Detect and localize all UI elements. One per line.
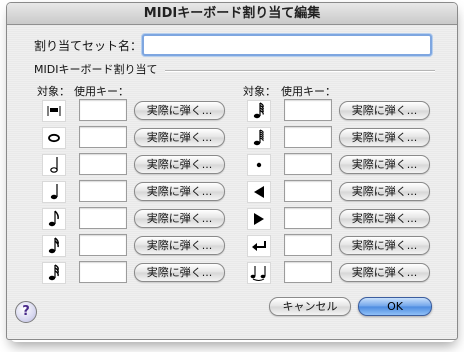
sixty-fourth-note-icon xyxy=(247,100,271,122)
whole-rest-icon xyxy=(42,100,66,122)
key-field[interactable] xyxy=(79,261,127,283)
whole-note-icon xyxy=(42,127,66,149)
play-key-button[interactable]: 実際に弾く... xyxy=(339,101,430,120)
play-key-button[interactable]: 実際に弾く... xyxy=(134,128,225,147)
key-field[interactable] xyxy=(79,126,127,148)
play-key-button[interactable]: 実際に弾く... xyxy=(339,155,430,174)
right-key-header: 使用キー： xyxy=(281,85,336,98)
key-field[interactable] xyxy=(284,261,332,283)
key-field[interactable] xyxy=(284,153,332,175)
dot-icon xyxy=(247,154,271,176)
quarter-note-icon xyxy=(42,181,66,203)
key-field[interactable] xyxy=(284,126,332,148)
group-title: MIDIキーボード割り当て xyxy=(34,63,158,76)
group-divider xyxy=(165,70,435,72)
set-name-label: 割り当てセット名： xyxy=(34,39,143,53)
eighth-note-icon xyxy=(42,208,66,230)
play-key-button[interactable]: 実際に弾く... xyxy=(339,263,430,282)
right-target-header: 対象： xyxy=(243,85,276,98)
play-key-button[interactable]: 実際に弾く... xyxy=(339,209,430,228)
hundred-twenty-eighth-note-icon xyxy=(247,127,271,149)
play-key-button[interactable]: 実際に弾く... xyxy=(339,236,430,255)
thirty-second-note-icon xyxy=(42,262,66,284)
help-button[interactable]: ? xyxy=(15,301,37,323)
key-field[interactable] xyxy=(79,153,127,175)
play-key-button[interactable]: 実際に弾く... xyxy=(134,101,225,120)
key-field[interactable] xyxy=(79,180,127,202)
play-key-button[interactable]: 実際に弾く... xyxy=(134,209,225,228)
left-key-header: 使用キー： xyxy=(74,85,129,98)
key-field[interactable] xyxy=(284,99,332,121)
key-field[interactable] xyxy=(79,234,127,256)
midi-assignment-dialog: MIDIキーボード割り当て編集 割り当てセット名： MIDIキーボード割り当て … xyxy=(6,2,458,340)
tie-notes-icon xyxy=(247,262,271,284)
play-key-button[interactable]: 実際に弾く... xyxy=(339,182,430,201)
dialog-title: MIDIキーボード割り当て編集 xyxy=(7,3,457,25)
return-arrow-icon xyxy=(247,235,271,257)
key-field[interactable] xyxy=(79,207,127,229)
right-triangle-icon xyxy=(247,208,271,230)
sixteenth-note-icon xyxy=(42,235,66,257)
key-field[interactable] xyxy=(79,99,127,121)
left-triangle-icon xyxy=(247,181,271,203)
play-key-button[interactable]: 実際に弾く... xyxy=(134,182,225,201)
play-key-button[interactable]: 実際に弾く... xyxy=(134,236,225,255)
key-field[interactable] xyxy=(284,207,332,229)
play-key-button[interactable]: 実際に弾く... xyxy=(339,128,430,147)
key-field[interactable] xyxy=(284,234,332,256)
play-key-button[interactable]: 実際に弾く... xyxy=(134,263,225,282)
key-field[interactable] xyxy=(284,180,332,202)
play-key-button[interactable]: 実際に弾く... xyxy=(134,155,225,174)
set-name-input[interactable] xyxy=(142,34,432,56)
half-note-icon xyxy=(42,154,66,176)
cancel-button[interactable]: キャンセル xyxy=(269,297,351,316)
left-target-header: 対象： xyxy=(37,85,70,98)
ok-button[interactable]: OK xyxy=(358,297,432,316)
